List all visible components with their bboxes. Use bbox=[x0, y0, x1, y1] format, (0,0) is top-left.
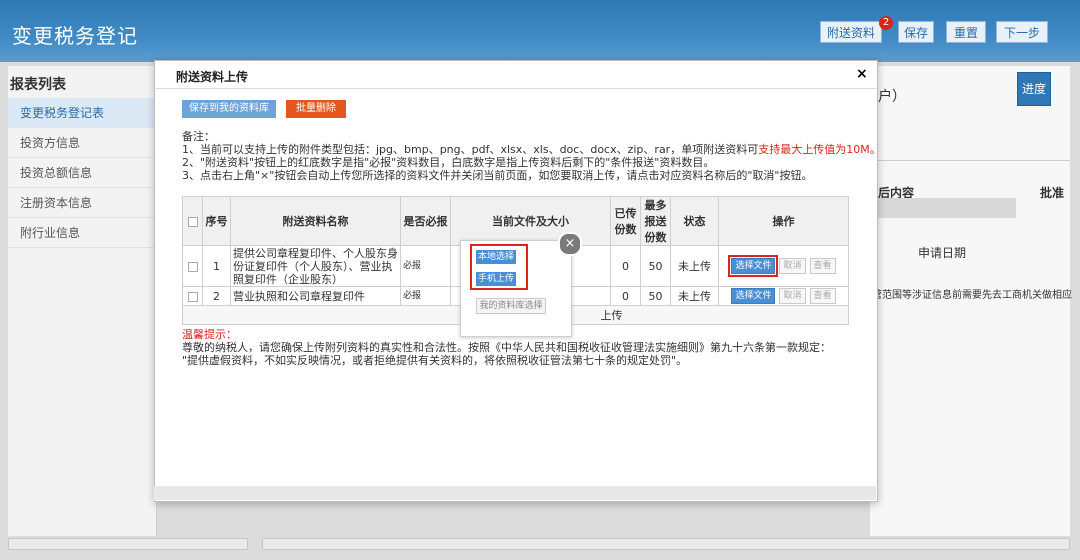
note-line-1-limit: 支持最大上传值为10M。 bbox=[758, 143, 881, 156]
save-to-library-button[interactable]: 保存到我的资料库 bbox=[182, 100, 276, 118]
dialog-title: 附送资料上传 bbox=[176, 70, 249, 84]
row-name: 营业执照和公司章程复印件 bbox=[230, 286, 401, 306]
note-line-3: 3、点击右上角"×"按钮会自动上传您所选择的资料文件并关闭当前页面，如您要取消上… bbox=[182, 169, 813, 182]
column-header-actions: 操作 bbox=[718, 196, 849, 246]
sidebar-item-registered-capital[interactable]: 注册资本信息 bbox=[8, 188, 156, 218]
select-file-button[interactable]: 选择文件 bbox=[731, 288, 776, 304]
main-content-right bbox=[870, 66, 1070, 536]
sidebar-item-investor-info[interactable]: 投资方信息 bbox=[8, 128, 156, 158]
sidebar-item-investment-total[interactable]: 投资总额信息 bbox=[8, 158, 156, 188]
sidebar-item-industry-info[interactable]: 附行业信息 bbox=[8, 218, 156, 248]
page-title: 变更税务登记 bbox=[12, 24, 138, 48]
row-index: 1 bbox=[202, 245, 231, 287]
sidebar-horizontal-scrollbar[interactable] bbox=[8, 538, 248, 550]
table-footer-right: 上传 bbox=[600, 309, 623, 322]
view-button[interactable]: 查看 bbox=[809, 288, 836, 304]
column-header-max: 最多报送份数 bbox=[640, 196, 671, 246]
select-file-button[interactable]: 选择文件 bbox=[728, 255, 779, 277]
popup-close-icon[interactable]: × bbox=[558, 232, 582, 256]
row-checkbox[interactable] bbox=[187, 291, 198, 302]
row-uploaded: 0 bbox=[610, 286, 641, 306]
column-header-status: 状态 bbox=[670, 196, 719, 246]
warning-line-2: "提供虚假资料，不如实反映情况，或者拒绝提供有关资料的，将依照税收征管法第七十条… bbox=[182, 354, 688, 367]
apply-date-label: 申请日期 bbox=[918, 246, 967, 260]
select-all-checkbox[interactable] bbox=[187, 216, 198, 227]
mobile-upload-button[interactable]: 手机上传 bbox=[476, 272, 516, 286]
save-button[interactable]: 保存 bbox=[898, 21, 934, 43]
sidebar-title: 报表列表 bbox=[10, 77, 66, 93]
cancel-button[interactable]: 取消 bbox=[779, 288, 806, 304]
row-checkbox-cell[interactable] bbox=[182, 286, 203, 306]
dialog-footer-bar bbox=[154, 486, 876, 500]
row-uploaded: 0 bbox=[610, 245, 641, 287]
column-header-current-file: 当前文件及大小 bbox=[450, 196, 611, 246]
local-select-button[interactable]: 本地选择 bbox=[476, 250, 516, 264]
row-required: 必报 bbox=[400, 286, 451, 306]
row-required: 必报 bbox=[400, 245, 451, 287]
row-actions: 选择文件 取消 查看 bbox=[718, 245, 849, 287]
row-max: 50 bbox=[640, 245, 671, 287]
attachments-badge: 2 bbox=[879, 16, 893, 30]
select-all-cell[interactable] bbox=[182, 196, 203, 246]
attachments-button[interactable]: 附送资料 bbox=[820, 21, 882, 43]
table-header-row: 序号 附送资料名称 是否必报 当前文件及大小 已传份数 最多报送份数 状态 操作 bbox=[182, 196, 849, 246]
column-header-uploaded: 已传份数 bbox=[610, 196, 641, 246]
row-checkbox[interactable] bbox=[187, 261, 198, 272]
column-approve: 批准 bbox=[1040, 186, 1065, 200]
row-actions: 选择文件 取消 查看 bbox=[718, 286, 849, 306]
table-row bbox=[876, 198, 1016, 218]
row-name: 提供公司章程复印件、个人股东身份证复印件（个人股东）、营业执照复印件（企业股东） bbox=[230, 245, 401, 287]
dialog-divider bbox=[154, 88, 876, 89]
library-select-button[interactable]: 我的资料库选择 bbox=[476, 298, 546, 314]
view-button[interactable]: 查看 bbox=[809, 258, 836, 274]
row-status: 未上传 bbox=[670, 245, 719, 287]
column-header-required: 是否必报 bbox=[400, 196, 451, 246]
main-horizontal-scrollbar[interactable] bbox=[262, 538, 1070, 550]
close-icon[interactable]: × bbox=[856, 66, 868, 82]
sidebar-item-tax-change-form[interactable]: 变更税务登记表 bbox=[8, 98, 156, 128]
batch-delete-button[interactable]: 批量删除 bbox=[286, 100, 346, 118]
next-button[interactable]: 下一步 bbox=[996, 21, 1048, 43]
column-header-index: 序号 bbox=[202, 196, 231, 246]
column-header-name: 附送资料名称 bbox=[230, 196, 401, 246]
progress-button[interactable]: 进度 bbox=[1017, 72, 1051, 106]
reset-button[interactable]: 重置 bbox=[946, 21, 986, 43]
row-checkbox-cell[interactable] bbox=[182, 245, 203, 287]
scope-note-text: 营范围等涉证信息前需要先去工商机关做相应 bbox=[872, 290, 1072, 301]
row-index: 2 bbox=[202, 286, 231, 306]
divider bbox=[870, 160, 1070, 161]
row-status: 未上传 bbox=[670, 286, 719, 306]
cancel-button[interactable]: 取消 bbox=[779, 258, 806, 274]
row-max: 50 bbox=[640, 286, 671, 306]
section-title-fragment: 户） bbox=[878, 89, 906, 105]
